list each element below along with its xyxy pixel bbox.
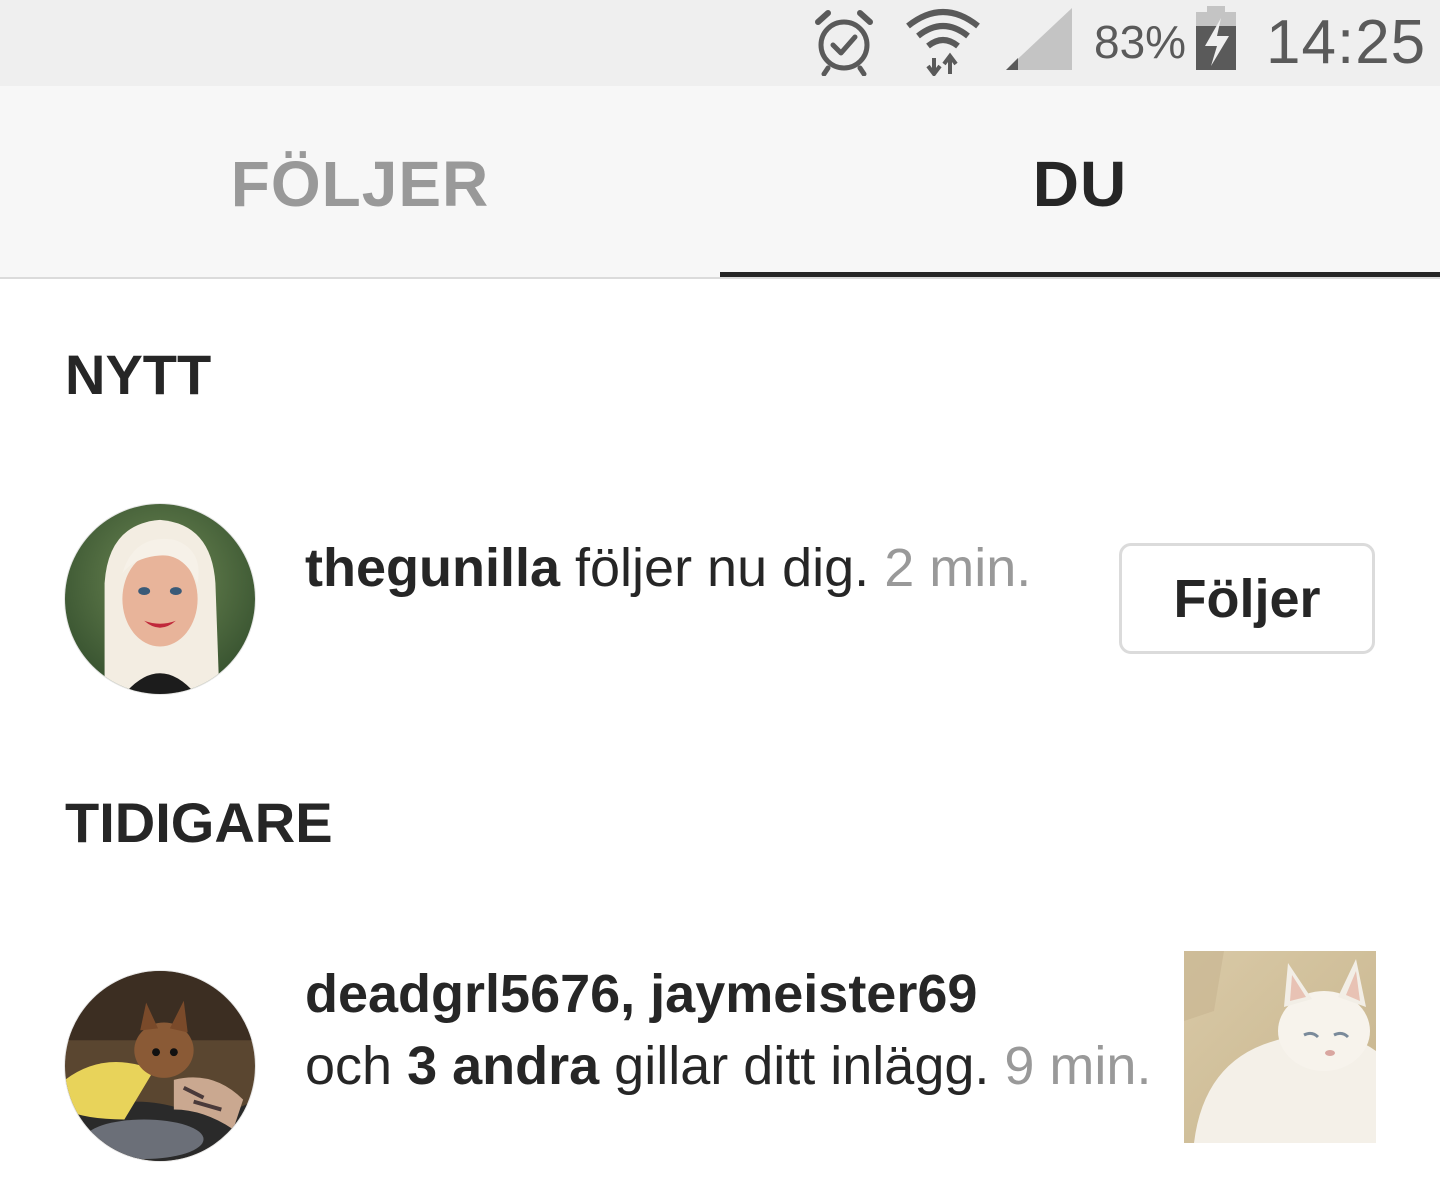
notification-connector: och <box>305 1036 408 1096</box>
tab-you[interactable]: DU <box>720 86 1440 279</box>
notification-time: 2 min. <box>884 538 1032 598</box>
post-thumbnail[interactable] <box>1184 951 1376 1143</box>
others-link[interactable]: 3 andra <box>407 1036 599 1096</box>
activity-tab-bar: FÖLJER DU <box>0 86 1440 279</box>
section-heading-earlier: TIDIGARE <box>65 791 333 854</box>
notification-likes[interactable]: deadgrl5676, jaymeister69 och 3 andra gil… <box>305 958 1165 1102</box>
following-button[interactable]: Följer <box>1119 543 1375 654</box>
avatar[interactable] <box>64 970 256 1162</box>
notification-action: gillar ditt inlägg. <box>599 1036 1005 1096</box>
alarm-icon <box>810 8 878 77</box>
avatar[interactable] <box>64 503 256 695</box>
signal-icon <box>1004 6 1074 72</box>
section-heading-new: NYTT <box>65 343 212 406</box>
wifi-icon <box>904 4 982 78</box>
username-link[interactable]: thegunilla <box>305 538 560 598</box>
tab-following[interactable]: FÖLJER <box>0 86 720 279</box>
battery-percent: 83% <box>1094 16 1187 68</box>
notification-time: 9 min. <box>1004 1036 1152 1096</box>
clock: 14:25 <box>1266 8 1427 77</box>
notification-follow[interactable]: thegunilla följer nu dig. 2 min. <box>305 532 1065 604</box>
username-links[interactable]: deadgrl5676, jaymeister69 <box>305 964 977 1024</box>
status-bar: 83% 14:25 <box>0 0 1440 86</box>
notification-action: följer nu dig. <box>560 538 885 598</box>
battery-charging-icon <box>1193 6 1239 72</box>
active-tab-indicator <box>720 272 1440 277</box>
